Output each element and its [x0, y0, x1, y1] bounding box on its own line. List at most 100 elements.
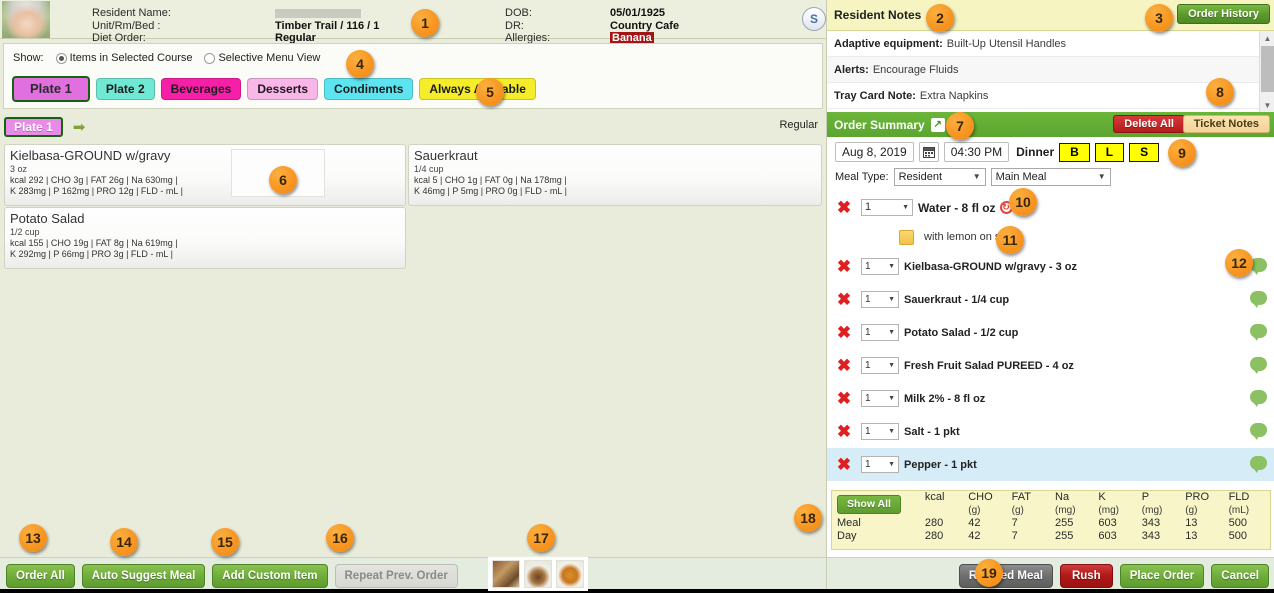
course-tab-plate-2[interactable]: Plate 2 — [95, 78, 155, 100]
remove-item-icon[interactable]: ✖ — [835, 291, 853, 308]
order-item-row[interactable]: ✖ 1 ▼ Milk 2% - 8 fl oz — [827, 382, 1274, 415]
meal-course-select[interactable]: Main Meal ▼ — [990, 168, 1111, 186]
meal-period-label: Dinner — [1016, 145, 1055, 159]
meal-code-snack-button[interactable]: S — [1129, 142, 1160, 162]
resident-notes-scrollbar[interactable]: ▲ ▼ — [1259, 31, 1274, 112]
next-plate-arrow-icon[interactable]: ➡ — [73, 120, 86, 135]
nutrition-value: 603 — [1098, 530, 1117, 542]
add-custom-item-button[interactable]: Add Custom Item — [212, 563, 328, 588]
nutrition-summary-table: Show All kcal CHO FAT Na K P PRO FLD (g)… — [831, 490, 1271, 550]
meal-code-breakfast-button[interactable]: B — [1059, 142, 1090, 162]
order-item-row[interactable]: ✖ 1 ▼ Water - 8 fl oz ↻ — [827, 191, 1274, 224]
annotation-marker-11: 11 — [996, 226, 1024, 254]
order-time-input[interactable]: 04:30 PM — [943, 142, 1010, 162]
order-item-row[interactable]: ✖ 1 ▼ Pepper - 1 pkt — [827, 448, 1274, 481]
item-comment-icon[interactable] — [1250, 456, 1267, 473]
course-tab-list: Plate 1 Plate 2 Beverages Desserts Condi… — [12, 76, 536, 102]
ticket-notes-button[interactable]: Ticket Notes — [1182, 115, 1270, 133]
plate-chip[interactable]: Plate 1 — [4, 117, 63, 137]
item-quantity-select[interactable]: 1 ▼ — [861, 423, 899, 440]
delete-all-button[interactable]: Delete All — [1113, 115, 1185, 133]
order-item-name: Milk 2% - 8 fl oz — [904, 392, 986, 405]
meal-type-value: Resident — [898, 171, 943, 183]
redacted-name-bar — [275, 9, 361, 19]
item-comment-icon[interactable] — [1250, 357, 1267, 374]
order-date-input[interactable]: Aug 8, 2019 — [835, 142, 914, 162]
resident-medical-values: 05/01/1925 Country Cafe Banana — [610, 4, 679, 45]
item-quantity-select[interactable]: 1 ▼ — [861, 199, 913, 216]
remove-item-icon[interactable]: ✖ — [835, 357, 853, 374]
order-item-row[interactable]: ✖ 1 ▼ Fresh Fruit Salad PUREED - 4 oz — [827, 349, 1274, 382]
order-item-row[interactable]: ✖ 1 ▼ Potato Salad - 1/2 cup — [827, 316, 1274, 349]
repeat-prev-order-button: Repeat Prev. Order — [334, 563, 458, 588]
meal-type-row: Meal Type: Resident ▼ Main Meal ▼ — [835, 168, 1111, 186]
menu-card-sauerkraut[interactable]: Sauerkraut 1/4 cup kcal 5 | CHO 1g | FAT… — [408, 144, 822, 206]
auto-suggest-meal-button[interactable]: Auto Suggest Meal — [81, 563, 206, 588]
expand-icon[interactable]: ↗ — [930, 117, 945, 132]
remove-item-icon[interactable]: ✖ — [835, 390, 853, 407]
item-comment-icon[interactable] — [1250, 423, 1267, 440]
remove-item-icon[interactable]: ✖ — [835, 456, 853, 473]
item-quantity-select[interactable]: 1 ▼ — [861, 324, 899, 341]
order-history-button[interactable]: Order History — [1177, 4, 1270, 24]
note-value: Extra Napkins — [919, 89, 989, 102]
menu-card-kielbasa[interactable]: Kielbasa-GROUND w/gravy 3 oz kcal 292 | … — [4, 144, 406, 206]
course-filter-panel: Show: Items in Selected Course Selective… — [3, 43, 823, 109]
dr-label: DR: — [505, 19, 524, 32]
show-all-button[interactable]: Show All — [837, 495, 901, 514]
left-panel: Resident Name: Unit/Rm/Bed : Diet Order:… — [0, 0, 826, 593]
chevron-down-icon: ▼ — [888, 428, 895, 435]
order-item-name: Fresh Fruit Salad PUREED - 4 oz — [904, 359, 1074, 372]
remove-item-icon[interactable]: ✖ — [835, 324, 853, 341]
scroll-up-arrow-icon[interactable]: ▲ — [1260, 31, 1274, 45]
item-comment-icon[interactable] — [1250, 291, 1267, 308]
item-comment-icon[interactable] — [1250, 390, 1267, 407]
item-quantity-value: 1 — [865, 201, 872, 213]
food-thumbnail-icon[interactable] — [492, 560, 520, 588]
scrollbar-thumb[interactable] — [1261, 46, 1274, 92]
remove-item-icon[interactable]: ✖ — [835, 199, 853, 216]
remove-item-icon[interactable]: ✖ — [835, 423, 853, 440]
refused-meal-button[interactable]: Refused Meal — [958, 563, 1053, 588]
food-thumbnail-icon[interactable] — [556, 560, 584, 588]
item-comment-icon[interactable] — [1250, 324, 1267, 341]
meal-type-select[interactable]: Resident ▼ — [893, 168, 986, 186]
item-quantity-select[interactable]: 1 ▼ — [861, 357, 899, 374]
scroll-down-arrow-icon[interactable]: ▼ — [1260, 98, 1274, 112]
order-item-row[interactable]: ✖ 1 ▼ Salt - 1 pkt — [827, 415, 1274, 448]
item-quantity-select[interactable]: 1 ▼ — [861, 291, 899, 308]
food-thumbnail-icon[interactable] — [524, 560, 552, 588]
chevron-down-icon: ▼ — [888, 263, 895, 270]
chevron-down-icon: ▼ — [972, 172, 981, 181]
remove-item-icon[interactable]: ✖ — [835, 258, 853, 275]
dob-value: 05/01/1925 — [610, 7, 666, 19]
course-tab-condiments[interactable]: Condiments — [324, 78, 414, 100]
food-thumbnail-strip — [488, 557, 588, 591]
order-item-row[interactable]: ✖ 1 ▼ Kielbasa-GROUND w/gravy - 3 oz — [827, 250, 1274, 283]
item-quantity-value: 1 — [865, 393, 871, 404]
annotation-marker-3: 3 — [1145, 4, 1173, 32]
place-order-button[interactable]: Place Order — [1119, 563, 1205, 588]
annotation-marker-2: 2 — [926, 4, 954, 32]
radio-selective-menu-view[interactable]: Selective Menu View — [204, 52, 320, 64]
nutrition-value: 500 — [1228, 530, 1247, 542]
selective-menu-icon[interactable]: S — [802, 7, 826, 31]
radio-items-in-selected-course[interactable]: Items in Selected Course — [55, 52, 192, 64]
course-tab-plate-1[interactable]: Plate 1 — [12, 76, 90, 102]
sticky-note-icon[interactable] — [899, 229, 914, 245]
item-quantity-select[interactable]: 1 ▼ — [861, 390, 899, 407]
order-item-row[interactable]: ✖ 1 ▼ Sauerkraut - 1/4 cup — [827, 283, 1274, 316]
calendar-icon[interactable] — [918, 142, 939, 162]
item-quantity-select[interactable]: 1 ▼ — [861, 258, 899, 275]
nutrition-unit-fld: (mL) — [1228, 505, 1250, 516]
menu-card-potato-salad[interactable]: Potato Salad 1/2 cup kcal 155 | CHO 19g … — [4, 207, 406, 269]
menu-card-nutrition-line-2: K 46mg | P 5mg | PRO 0g | FLD - mL | — [414, 186, 567, 196]
order-all-button[interactable]: Order All — [6, 563, 75, 588]
course-tab-desserts[interactable]: Desserts — [247, 78, 319, 100]
course-tab-beverages[interactable]: Beverages — [160, 78, 242, 100]
meal-code-lunch-button[interactable]: L — [1094, 142, 1125, 162]
rush-button[interactable]: Rush — [1059, 563, 1113, 588]
item-quantity-select[interactable]: 1 ▼ — [861, 456, 899, 473]
cancel-button[interactable]: Cancel — [1211, 563, 1269, 588]
nutrition-col-p: P — [1141, 491, 1150, 503]
